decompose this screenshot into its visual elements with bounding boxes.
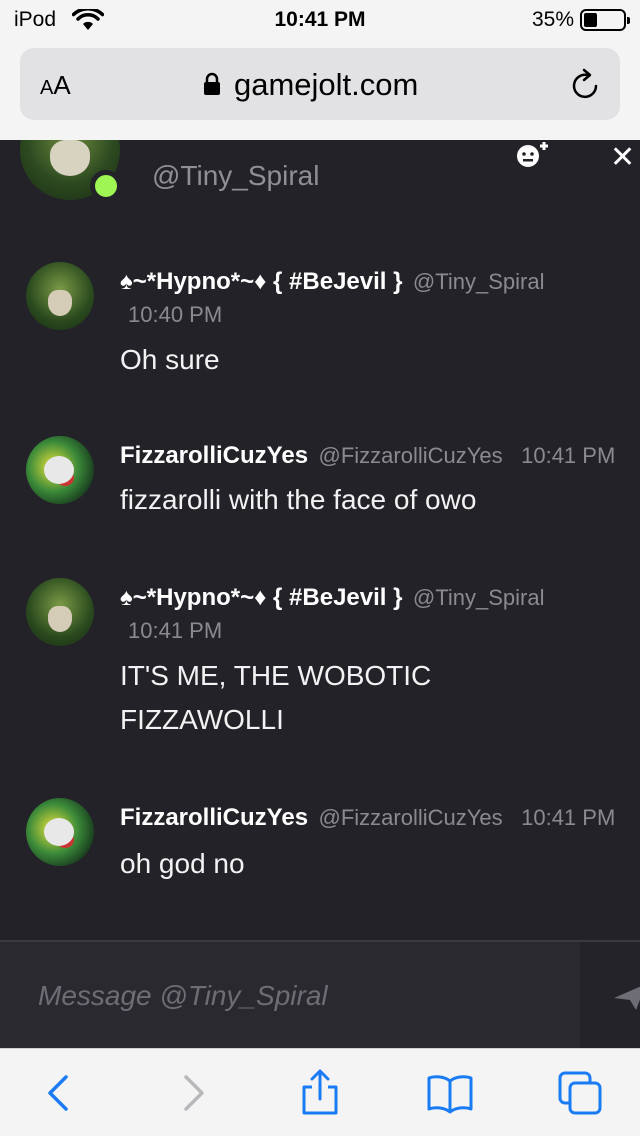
message-handle[interactable]: @FizzarolliCuzYes <box>319 443 503 468</box>
message-author[interactable]: FizzarolliCuzYes <box>120 442 308 469</box>
message-time: 10:41 PM <box>521 443 616 468</box>
message-author[interactable]: ♠~*Hypno*~♦ { #BeJevil } <box>120 584 402 611</box>
message-text: IT'S ME, THE WOBOTIC FIZZAWOLLI <box>120 660 432 735</box>
text-size-button[interactable]: AA <box>40 70 71 101</box>
message-time: 10:41 PM <box>521 805 616 830</box>
battery-fill <box>584 13 597 27</box>
header-username[interactable]: @Tiny_Spiral <box>152 160 319 192</box>
message-author[interactable]: FizzarolliCuzYes <box>120 804 308 831</box>
message-handle[interactable]: @Tiny_Spiral <box>413 269 545 294</box>
tabs-icon[interactable] <box>556 1069 604 1117</box>
browser-chrome: AA gamejolt.com <box>0 40 640 140</box>
battery-icon <box>580 9 630 31</box>
address-bar[interactable]: AA gamejolt.com <box>20 48 620 120</box>
message-handle[interactable]: @FizzarolliCuzYes <box>319 805 503 830</box>
url-domain[interactable]: gamejolt.com <box>234 67 418 103</box>
status-bar: iPod 10:41 PM 35% <box>0 0 640 40</box>
bookmarks-icon[interactable] <box>426 1069 474 1117</box>
online-status-indicator <box>90 170 122 202</box>
lock-icon <box>204 72 220 95</box>
avatar[interactable] <box>26 578 94 646</box>
message-author[interactable]: ♠~*Hypno*~♦ { #BeJevil } <box>120 268 402 295</box>
chat-header: @Tiny_Spiral ✕ <box>0 140 640 220</box>
avatar[interactable] <box>26 262 94 330</box>
back-icon[interactable] <box>36 1069 84 1117</box>
forward-icon[interactable] <box>168 1069 216 1117</box>
message-text: Oh sure <box>120 344 220 375</box>
message-input[interactable]: Message @Tiny_Spiral <box>0 942 580 1048</box>
message-input-placeholder: Message @Tiny_Spiral <box>38 980 328 1011</box>
avatar[interactable] <box>26 798 94 866</box>
battery-percentage: 35% <box>531 8 574 31</box>
add-friend-icon[interactable] <box>514 140 552 170</box>
avatar[interactable] <box>26 436 94 504</box>
message-text: oh god no <box>120 848 245 879</box>
send-icon[interactable] <box>612 982 640 1012</box>
share-icon[interactable] <box>296 1069 344 1117</box>
browser-toolbar <box>0 1048 640 1136</box>
message-composer: Message @Tiny_Spiral <box>0 940 640 1048</box>
close-icon[interactable]: ✕ <box>610 140 635 175</box>
message-time: 10:41 PM <box>128 618 223 643</box>
message-list: ♠~*Hypno*~♦ { #BeJevil } @Tiny_Spiral 10… <box>0 220 640 940</box>
message-handle[interactable]: @Tiny_Spiral <box>413 585 545 610</box>
reload-icon[interactable] <box>570 68 602 102</box>
message-text: fizzarolli with the face of owo <box>120 484 477 515</box>
message-time: 10:40 PM <box>128 302 223 327</box>
